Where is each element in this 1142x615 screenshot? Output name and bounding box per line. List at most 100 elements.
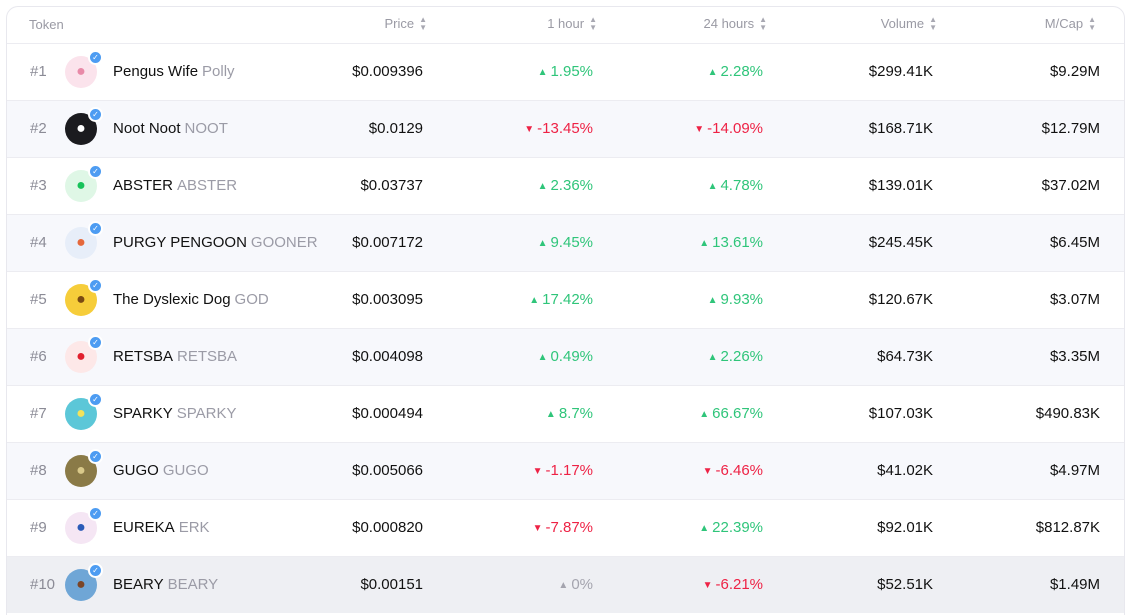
token-market-cap: $12.79M [943, 99, 1124, 157]
token-market-cap: $3.35M [943, 327, 1124, 385]
table-row[interactable]: #4 ● ✓ PURGY PENGOON GOONER $0.007172 ▲ 9.45% ▲ 1… [7, 213, 1124, 271]
verified-icon: ✓ [88, 391, 103, 407]
token-price: $0.005066 [317, 441, 434, 499]
penguin-icon: ● [76, 119, 86, 137]
change-1-hour: ▲ 9.45% [433, 213, 604, 271]
token-rank: #8 [7, 441, 65, 499]
change-24-hours: ▲ 2.28% [603, 42, 774, 100]
triangle-up-icon: ▲ [529, 295, 540, 306]
token-rank: #5 [7, 270, 65, 328]
token-symbol: GOD [234, 291, 269, 308]
sort-icon: ▲ ▼ [929, 15, 938, 33]
token-price: $0.003095 [317, 270, 434, 328]
token-cell[interactable]: ● ✓ GUGO GUGO [65, 441, 318, 499]
change-24-hours: ▼ -6.46% [603, 441, 774, 499]
token-volume: $168.71K [773, 99, 944, 157]
token-name: SPARKY [113, 405, 173, 422]
change-24-hours: ▲ 13.61% [603, 213, 774, 271]
verified-icon: ✓ [88, 220, 103, 236]
token-table-card: Token Price ▲ ▼ 1 hour ▲ ▼ 24 hours ▲ ▼ Volume… [6, 6, 1125, 615]
triangle-down-icon: ▼ [702, 580, 713, 592]
token-avatar: ● ✓ [65, 391, 103, 430]
verified-icon: ✓ [88, 505, 103, 521]
triangle-down-icon: ▼ [532, 466, 543, 477]
token-cell[interactable]: ● ✓ Pengus Wife Polly [65, 42, 318, 100]
triangle-up-icon: ▲ [558, 580, 569, 592]
table-row[interactable]: #3 ● ✓ ABSTER ABSTER $0.03737 ▲ 2.36% ▲ 4.78% $139… [7, 156, 1124, 214]
verified-icon: ✓ [88, 448, 103, 464]
token-avatar: ● ✓ [65, 505, 103, 544]
token-cell[interactable]: ● ✓ PURGY PENGOON GOONER [65, 213, 318, 271]
token-cell[interactable]: ● ✓ RETSBA RETSBA [65, 327, 318, 385]
table-row[interactable]: #7 ● ✓ SPARKY SPARKY $0.000494 ▲ 8.7% ▲ 66.67% $10… [7, 384, 1124, 442]
token-avatar: ● ✓ [65, 277, 103, 316]
token-cell[interactable]: ● ✓ The Dyslexic Dog GOD [65, 270, 318, 328]
token-cell[interactable]: ● ✓ BEARY BEARY [65, 555, 318, 613]
column-header-mcap[interactable]: M/Cap ▲ ▼ [943, 7, 1124, 44]
bear-icon: ● [76, 575, 86, 593]
token-volume: $120.67K [773, 270, 944, 328]
token-cell[interactable]: ● ✓ EUREKA ERK [65, 498, 318, 556]
verified-icon: ✓ [88, 49, 103, 65]
token-avatar: ● ✓ [65, 448, 103, 487]
token-cell[interactable]: ● ✓ Noot Noot NOOT [65, 99, 318, 157]
token-cell[interactable]: ● ✓ ABSTER ABSTER [65, 156, 318, 214]
token-name: Pengus Wife [113, 63, 199, 80]
column-header-volume[interactable]: Volume ▲ ▼ [773, 7, 944, 44]
table-row[interactable]: #6 ● ✓ RETSBA RETSBA $0.004098 ▲ 0.49% ▲ 2.26% $64… [7, 327, 1124, 385]
change-24-hours: ▲ 4.78% [603, 156, 774, 214]
sparkle-icon: ● [76, 404, 86, 422]
token-avatar: ● ✓ [65, 562, 103, 601]
column-header-1-hour[interactable]: 1 hour ▲ ▼ [433, 7, 604, 44]
triangle-down-icon: ▼ [524, 124, 535, 135]
token-name: BEARY [113, 576, 164, 594]
token-volume: $52.51K [773, 555, 944, 613]
table-row[interactable]: #8 ● ✓ GUGO GUGO $0.005066 ▼ -1.17% ▼ -6.46% $41.0… [7, 441, 1124, 499]
sort-icon: ▲ ▼ [759, 15, 768, 33]
token-avatar: ● ✓ [65, 220, 103, 259]
token-rank: #6 [7, 327, 65, 385]
penguin-icon: ● [76, 347, 86, 365]
verified-icon: ✓ [88, 277, 103, 293]
column-header-price[interactable]: Price ▲ ▼ [317, 7, 434, 44]
token-volume: $107.03K [773, 384, 944, 442]
triangle-up-icon: ▲ [537, 67, 548, 78]
token-rank: #10 [7, 555, 65, 613]
token-volume: $299.41K [773, 42, 944, 100]
penguin-icon: ● [76, 518, 86, 536]
token-price: $0.007172 [317, 213, 434, 271]
token-price: $0.000494 [317, 384, 434, 442]
table-row[interactable]: #1 ● ✓ Pengus Wife Polly $0.009396 ▲ 1.95% ▲ 2.28… [7, 42, 1124, 100]
sort-icon: ▲ ▼ [1088, 15, 1097, 33]
table-row[interactable]: #2 ● ✓ Noot Noot NOOT $0.0129 ▼ -13.45% ▼ -14.09%… [7, 99, 1124, 157]
column-header-24-hours[interactable]: 24 hours ▲ ▼ [603, 7, 774, 44]
sort-icon: ▲ ▼ [419, 15, 428, 33]
table-row[interactable]: #5 ● ✓ The Dyslexic Dog GOD $0.003095 ▲ 17.42% ▲… [7, 270, 1124, 328]
token-name: GUGO [113, 462, 159, 479]
change-24-hours: ▲ 22.39% [603, 498, 774, 556]
token-market-cap: $1.49M [943, 555, 1124, 613]
token-rank: #3 [7, 156, 65, 214]
change-1-hour: ▲ 0% [433, 555, 604, 613]
token-table: Token Price ▲ ▼ 1 hour ▲ ▼ 24 hours ▲ ▼ Volume… [7, 7, 1124, 613]
token-rank: #2 [7, 99, 65, 157]
token-price: $0.00151 [317, 555, 434, 613]
change-24-hours: ▲ 2.26% [603, 327, 774, 385]
token-price: $0.0129 [317, 99, 434, 157]
table-row[interactable]: #10 ● ✓ BEARY BEARY $0.00151 ▲ 0% ▼ -6.21% $52.51K… [7, 555, 1124, 613]
token-market-cap: $812.87K [943, 498, 1124, 556]
column-header-token[interactable]: Token [7, 7, 318, 44]
token-rank: #7 [7, 384, 65, 442]
token-cell[interactable]: ● ✓ SPARKY SPARKY [65, 384, 318, 442]
token-market-cap: $3.07M [943, 270, 1124, 328]
dog-icon: ● [76, 290, 86, 308]
table-header-row: Token Price ▲ ▼ 1 hour ▲ ▼ 24 hours ▲ ▼ Volume… [7, 7, 1124, 44]
token-market-cap: $37.02M [943, 156, 1124, 214]
change-1-hour: ▼ -13.45% [433, 99, 604, 157]
penguin-icon: ● [76, 62, 86, 80]
token-symbol: SPARKY [176, 405, 237, 422]
change-24-hours: ▲ 9.93% [603, 270, 774, 328]
change-24-hours: ▲ 66.67% [603, 384, 774, 442]
table-row[interactable]: #9 ● ✓ EUREKA ERK $0.000820 ▼ -7.87% ▲ 22.39% $92.… [7, 498, 1124, 556]
token-avatar: ● ✓ [65, 163, 103, 202]
